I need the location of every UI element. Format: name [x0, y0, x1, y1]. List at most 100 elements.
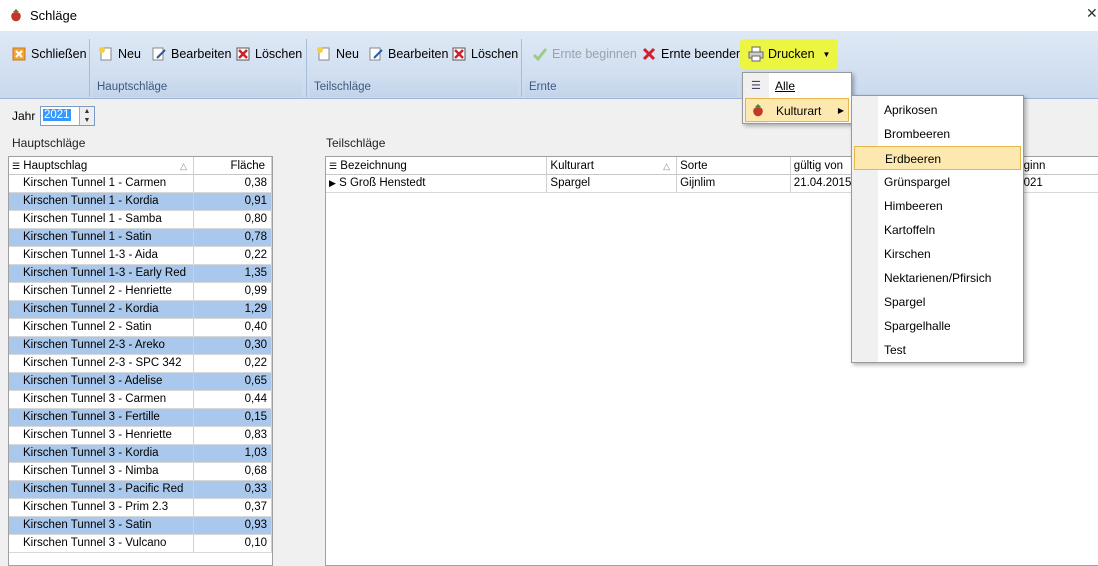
haupt-delete-button[interactable]: Löschen	[232, 42, 305, 66]
table-row[interactable]: Kirschen Tunnel 2 - Kordia 1,29	[9, 301, 272, 319]
year-spinner[interactable]: 2021 ▲ ▼	[40, 106, 95, 126]
year-spin-buttons[interactable]: ▲ ▼	[79, 107, 94, 125]
new-document-icon	[99, 47, 112, 61]
table-row[interactable]: Kirschen Tunnel 3 - Nimba 0,68	[9, 463, 272, 481]
ernte-begin-label: Ernte beginnen	[552, 47, 637, 61]
table-row[interactable]: Kirschen Tunnel 1 - Kordia 0,91	[9, 193, 272, 211]
ernte-end-label: Ernte beenden	[661, 47, 744, 61]
teil-edit-button[interactable]: Bearbeiten	[365, 42, 451, 66]
cell-flaeche: 0,33	[194, 481, 272, 498]
new-document-icon	[317, 47, 330, 61]
cell-hauptschlag: Kirschen Tunnel 2-3 - Areko	[9, 337, 194, 354]
teil-new-label: Neu	[336, 47, 359, 61]
column-header-flaeche[interactable]: Fläche	[194, 157, 272, 174]
teil-edit-label: Bearbeiten	[388, 47, 449, 61]
checkmark-icon	[532, 48, 548, 62]
column-chooser-icon: ☰	[12, 161, 21, 171]
ernte-end-button[interactable]: Ernte beenden	[638, 42, 746, 66]
teil-new-button[interactable]: Neu	[313, 42, 362, 66]
menu-item-alle[interactable]: ☰ Alle	[745, 74, 849, 98]
cell-flaeche: 1,29	[194, 301, 272, 318]
hauptschlaege-grid[interactable]: ☰ Hauptschlag △ Fläche Kirschen Tunnel 1…	[8, 156, 273, 566]
group-label-ernte: Ernte	[525, 77, 737, 97]
table-row[interactable]: Kirschen Tunnel 3 - Henriette 0,83	[9, 427, 272, 445]
column-header-erntebeginn[interactable]: eginn	[1014, 157, 1098, 174]
table-row[interactable]: Kirschen Tunnel 1 - Samba 0,80	[9, 211, 272, 229]
cell-bezeichnung: ▶ S Groß Henstedt	[326, 175, 548, 192]
close-button-label: Schließen	[31, 47, 87, 61]
table-row[interactable]: Kirschen Tunnel 1-3 - Aida 0,22	[9, 247, 272, 265]
menu-item-kulturart[interactable]: Kulturart ▶	[745, 98, 849, 122]
menu-item-kulturart-option[interactable]: Kartoffeln	[854, 218, 1021, 242]
menu-item-kulturart-option[interactable]: Himbeeren	[854, 194, 1021, 218]
cell-hauptschlag: Kirschen Tunnel 1-3 - Early Red	[9, 265, 194, 282]
column-header-kulturart[interactable]: Kulturart △	[547, 157, 678, 174]
cell-hauptschlag: Kirschen Tunnel 2 - Satin	[9, 319, 194, 336]
column-header-hauptschlag[interactable]: ☰ Hauptschlag △	[9, 157, 194, 174]
strawberry-icon	[753, 104, 763, 117]
cell-sorte: Gijnlim	[677, 175, 791, 192]
table-row[interactable]: Kirschen Tunnel 3 - Carmen 0,44	[9, 391, 272, 409]
sort-asc-icon: △	[663, 161, 671, 171]
menu-item-kulturart-option[interactable]: Kirschen	[854, 242, 1021, 266]
haupt-edit-button[interactable]: Bearbeiten	[148, 42, 234, 66]
table-row[interactable]: Kirschen Tunnel 3 - Adelise 0,65	[9, 373, 272, 391]
close-window-button[interactable]: ✕	[1086, 5, 1098, 22]
table-row[interactable]: Kirschen Tunnel 3 - Kordia 1,03	[9, 445, 272, 463]
column-header-sorte[interactable]: Sorte	[677, 157, 791, 174]
printer-icon	[748, 46, 764, 62]
delete-icon	[236, 47, 250, 61]
table-row[interactable]: Kirschen Tunnel 1 - Carmen 0,38	[9, 175, 272, 193]
cell-hauptschlag: Kirschen Tunnel 1-3 - Aida	[9, 247, 194, 264]
menu-item-kulturart-option[interactable]: Grünspargel	[854, 170, 1021, 194]
table-row[interactable]: Kirschen Tunnel 3 - Fertille 0,15	[9, 409, 272, 427]
close-button[interactable]: Schließen	[8, 42, 90, 66]
table-row[interactable]: Kirschen Tunnel 3 - Vulcano 0,10	[9, 535, 272, 553]
menu-item-kulturart-option[interactable]: Aprikosen	[854, 98, 1021, 122]
table-row[interactable]: Kirschen Tunnel 2 - Henriette 0,99	[9, 283, 272, 301]
teil-delete-label: Löschen	[471, 47, 519, 61]
table-row[interactable]: Kirschen Tunnel 1 - Satin 0,78	[9, 229, 272, 247]
print-button[interactable]: Drucken ▼	[740, 39, 839, 69]
cell-flaeche: 0,10	[194, 535, 272, 552]
table-row[interactable]: Kirschen Tunnel 2 - Satin 0,40	[9, 319, 272, 337]
menu-item-kulturart-option[interactable]: Test	[854, 338, 1021, 362]
ernte-begin-button[interactable]: Ernte beginnen	[529, 42, 640, 66]
menu-item-kulturart-option[interactable]: Erdbeeren	[854, 146, 1021, 170]
cell-flaeche: 0,80	[194, 211, 272, 228]
cell-flaeche: 0,30	[194, 337, 272, 354]
menu-item-kulturart-option[interactable]: Nektarienen/Pfirsich	[854, 266, 1021, 290]
table-row[interactable]: Kirschen Tunnel 3 - Pacific Red 0,33	[9, 481, 272, 499]
separator	[521, 39, 522, 97]
menu-item-kulturart-option[interactable]: Spargelhalle	[854, 314, 1021, 338]
cell-hauptschlag: Kirschen Tunnel 2-3 - SPC 342	[9, 355, 194, 372]
submenu-arrow-icon: ▶	[837, 106, 844, 115]
cell-flaeche: 0,40	[194, 319, 272, 336]
menu-item-kulturart-option[interactable]: Spargel	[854, 290, 1021, 314]
column-header-bezeichnung[interactable]: ☰ Bezeichnung	[326, 157, 548, 174]
cell-flaeche: 0,65	[194, 373, 272, 390]
group-label-teilschlaege: Teilschläge	[310, 77, 518, 97]
separator	[306, 39, 307, 97]
menu-item-kulturart-option[interactable]: Brombeeren	[854, 122, 1021, 146]
cell-flaeche: 0,93	[194, 517, 272, 534]
cell-hauptschlag: Kirschen Tunnel 3 - Pacific Red	[9, 481, 194, 498]
list-icon: ☰	[751, 80, 761, 92]
strawberry-icon	[11, 9, 21, 22]
year-label: Jahr	[12, 109, 36, 123]
table-row[interactable]: Kirschen Tunnel 2-3 - SPC 342 0,22	[9, 355, 272, 373]
ribbon-toolbar: Schließen Neu Bearbeiten Löschen Hauptsc…	[0, 31, 1098, 99]
chevron-down-icon: ▼	[822, 49, 831, 59]
teil-delete-button[interactable]: Löschen	[448, 42, 521, 66]
cell-flaeche: 0,78	[194, 229, 272, 246]
grid-header: ☰ Hauptschlag △ Fläche	[9, 157, 272, 175]
haupt-new-button[interactable]: Neu	[95, 42, 144, 66]
cell-flaeche: 0,99	[194, 283, 272, 300]
table-row[interactable]: Kirschen Tunnel 3 - Prim 2.3 0,37	[9, 499, 272, 517]
table-row[interactable]: Kirschen Tunnel 1-3 - Early Red 1,35	[9, 265, 272, 283]
table-row[interactable]: Kirschen Tunnel 2-3 - Areko 0,30	[9, 337, 272, 355]
cell-hauptschlag: Kirschen Tunnel 2 - Kordia	[9, 301, 194, 318]
table-row[interactable]: Kirschen Tunnel 3 - Satin 0,93	[9, 517, 272, 535]
window-title: Schläge	[30, 8, 77, 23]
hauptschlaege-rows: Kirschen Tunnel 1 - Carmen 0,38 Kirschen T…	[9, 175, 272, 553]
